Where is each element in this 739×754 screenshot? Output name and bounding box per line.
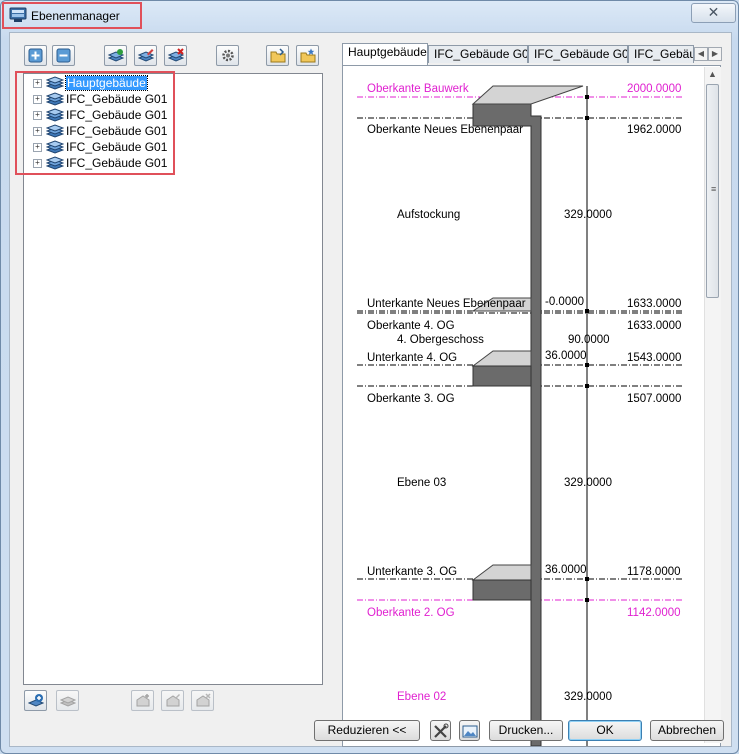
level-label: Oberkante Neues Ebenenpaar — [367, 124, 523, 136]
import-button[interactable] — [266, 45, 289, 66]
add-building-icon — [28, 694, 44, 707]
level-offset: -0.0000 — [545, 296, 584, 308]
expand-all-icon — [28, 48, 43, 63]
dimension-tick — [585, 363, 589, 367]
settings-icon — [222, 49, 234, 62]
remove-building-icon — [60, 696, 76, 707]
delete-layer-pair-icon — [168, 48, 184, 62]
level-value: 1142.0000 — [627, 607, 681, 619]
tab-ifc-gebaeude[interactable]: IFC_Gebäude G01 — [528, 45, 628, 63]
dimension-tick — [585, 577, 589, 581]
dimension-tick — [585, 116, 589, 120]
close-button[interactable]: ✕ — [691, 3, 736, 23]
dimension-tick — [585, 95, 589, 99]
layer-name: Ebene 03 — [397, 477, 446, 489]
dimension-tick — [585, 384, 589, 388]
level-label: Unterkante Neues Ebenenpaar — [367, 298, 526, 310]
collapse-all-button[interactable] — [52, 45, 75, 66]
layer-name: Aufstockung — [397, 209, 460, 221]
section-scrollbar[interactable]: ▲ ≡ ▼ — [704, 67, 721, 743]
slab-3og — [472, 579, 532, 601]
new-layer-pair-button[interactable] — [104, 45, 127, 66]
add-floor-icon — [136, 694, 150, 707]
level-value: 1543.0000 — [627, 352, 681, 364]
level-value: 1962.0000 — [627, 124, 681, 136]
slab-top-4og — [471, 350, 532, 367]
tools-button[interactable] — [430, 720, 451, 741]
level-value: 2000.0000 — [627, 83, 681, 95]
layer-name: Ebene 02 — [397, 691, 446, 703]
level-value: 1633.0000 — [627, 298, 681, 310]
edit-floor-icon — [166, 694, 180, 707]
level-value: 1507.0000 — [627, 393, 681, 405]
layer-manager-window: Ebenenmanager ✕ + Hauptgebäude + IFC_Geb… — [0, 0, 739, 754]
layer-height: 329.0000 — [564, 477, 612, 489]
tools-icon — [434, 723, 449, 738]
add-building-button[interactable] — [24, 690, 47, 711]
level-label: Unterkante 4. OG — [367, 352, 457, 364]
level-value: 1178.0000 — [627, 566, 681, 578]
settings-button[interactable] — [216, 45, 239, 66]
level-offset: 36.0000 — [545, 564, 587, 576]
title-highlight-box — [2, 2, 142, 29]
section-view[interactable]: Oberkante Bauwerk 2000.0000 Oberkante Ne… — [342, 65, 721, 747]
favorites-icon — [300, 48, 316, 63]
tree-highlight-box — [15, 71, 175, 175]
scroll-up-icon[interactable]: ▲ — [708, 69, 717, 79]
dialog-client-area: + Hauptgebäude + IFC_Gebäude G01 + IFC_G… — [9, 32, 732, 747]
edit-layer-pair-button[interactable] — [134, 45, 157, 66]
edit-layer-pair-icon — [138, 49, 154, 62]
level-offset: 36.0000 — [545, 350, 587, 362]
add-floor-button[interactable] — [131, 690, 154, 711]
level-label: Oberkante 3. OG — [367, 393, 455, 405]
building-tabs: Hauptgebäude IFC_Gebäude G01 IFC_Gebäude… — [342, 43, 722, 65]
title-bar[interactable]: Ebenenmanager ✕ — [1, 1, 738, 31]
ok-button[interactable]: OK — [568, 720, 642, 741]
delete-layer-pair-button[interactable] — [164, 45, 187, 66]
layer-height: 329.0000 — [564, 209, 612, 221]
tab-scroll-left-icon[interactable]: ◀ — [694, 47, 708, 61]
level-label: Oberkante Bauwerk — [367, 83, 469, 95]
import-icon — [270, 48, 286, 63]
delete-floor-button[interactable] — [191, 690, 214, 711]
dimension-tick — [585, 598, 589, 602]
tab-ifc-gebaeude[interactable]: IFC_Gebäude G01 — [428, 45, 528, 63]
new-layer-pair-icon — [108, 49, 124, 62]
cancel-button[interactable]: Abbrechen — [650, 720, 724, 741]
slab-4og — [472, 365, 532, 387]
print-button[interactable]: Drucken... — [489, 720, 563, 741]
layer-height: 90.0000 — [568, 334, 610, 346]
level-label: Unterkante 3. OG — [367, 566, 457, 578]
tab-hauptgebaeude[interactable]: Hauptgebäude — [342, 43, 428, 65]
reduce-button[interactable]: Reduzieren << — [314, 720, 420, 741]
building-section-diagram: Oberkante Bauwerk 2000.0000 Oberkante Ne… — [357, 83, 683, 746]
scroll-thumb[interactable]: ≡ — [706, 84, 719, 298]
export-image-icon — [462, 725, 478, 738]
wall-section — [472, 103, 542, 746]
level-label: Oberkante 4. OG — [367, 320, 455, 332]
level-value: 1633.0000 — [627, 320, 681, 332]
roof-slab-top — [471, 85, 584, 105]
tab-ifc-gebaeude[interactable]: IFC_Gebäude G01 — [628, 45, 694, 63]
layer-height: 329.0000 — [564, 691, 612, 703]
dimension-tick — [585, 309, 589, 313]
expand-all-button[interactable] — [24, 45, 47, 66]
grip-icon: ≡ — [711, 184, 717, 194]
favorites-button[interactable] — [296, 45, 319, 66]
delete-floor-icon — [196, 693, 211, 707]
edit-floor-button[interactable] — [161, 690, 184, 711]
layer-name: 4. Obergeschoss — [397, 334, 484, 346]
tab-scroll-right-icon[interactable]: ▶ — [708, 47, 722, 61]
remove-building-button[interactable] — [56, 690, 79, 711]
export-image-button[interactable] — [459, 720, 480, 741]
level-label: Oberkante 2. OG — [367, 607, 455, 619]
collapse-all-icon — [56, 48, 71, 63]
slab-top-3og — [471, 564, 532, 581]
